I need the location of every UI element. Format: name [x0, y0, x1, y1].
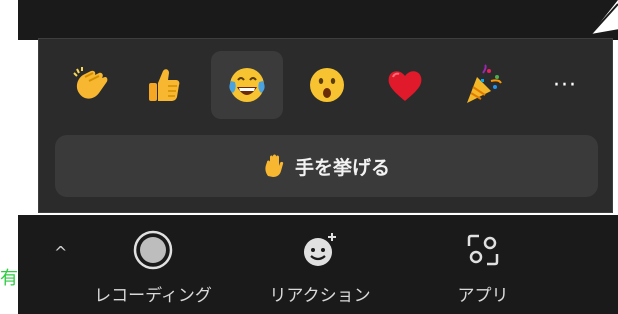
party-popper-icon [467, 64, 502, 103]
reaction-clap-button[interactable] [55, 51, 127, 119]
more-dots-icon: ··· [553, 72, 577, 98]
toolbar-reaction-label: リアクション [269, 286, 371, 306]
clapping-hands-icon [73, 67, 108, 99]
reaction-smiley-icon [304, 233, 336, 266]
reaction-heart-button[interactable] [369, 51, 441, 119]
meeting-toolbar: ^ レコーディング リアクション アプリ [18, 215, 618, 314]
red-heart-icon [388, 71, 422, 101]
raised-hand-icon [265, 154, 284, 177]
apps-icon [467, 234, 499, 266]
toolbar-record-label: レコーディング [94, 286, 212, 306]
dark-header-strip [18, 0, 618, 40]
open-mouth-face-icon [310, 68, 344, 102]
reaction-thumbs-up-button[interactable] [127, 51, 199, 119]
raise-hand-button[interactable]: 手を挙げる [55, 135, 598, 197]
toolbar-reaction-button[interactable]: リアクション [250, 215, 390, 314]
options-caret-icon[interactable]: ^ [54, 243, 67, 262]
toolbar-apps-label: アプリ [457, 286, 509, 306]
toolbar-apps-button[interactable]: アプリ [428, 215, 538, 314]
more-reactions-button[interactable]: ··· [529, 51, 601, 119]
reaction-surprised-button[interactable] [291, 51, 363, 119]
tears-of-joy-icon [229, 68, 265, 102]
thumbs-up-icon [149, 69, 180, 101]
reaction-laugh-button[interactable] [211, 51, 283, 119]
partial-share-label[interactable]: 有 [0, 264, 18, 290]
reactions-popup: ··· 手を挙げる [38, 38, 613, 213]
reaction-party-button[interactable] [447, 51, 519, 119]
toolbar-record-button[interactable]: レコーディング [78, 215, 228, 314]
pointer-cursor-icon [590, 0, 618, 35]
emoji-reaction-row: ··· [39, 51, 614, 119]
record-icon [133, 230, 173, 270]
raise-hand-label: 手を挙げる [294, 156, 390, 179]
